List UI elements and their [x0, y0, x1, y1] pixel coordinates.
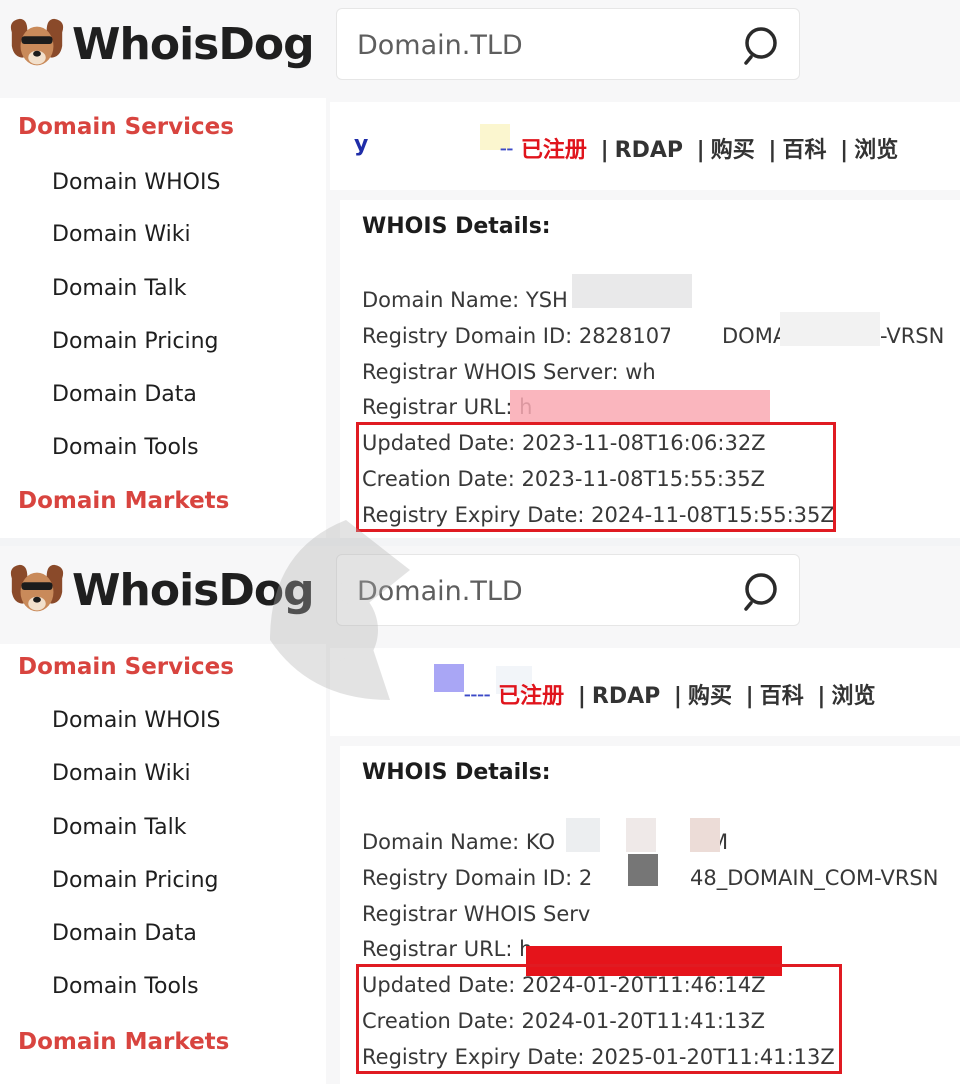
sidebar-item-data[interactable]: Domain Data — [52, 382, 197, 407]
site-logo[interactable]: WhoisDog — [6, 12, 315, 76]
search-icon[interactable] — [743, 25, 785, 67]
nav-link-browse[interactable]: 浏览 — [854, 138, 898, 163]
top-bar: WhoisDog — [0, 0, 960, 96]
sidebar: Domain Services Domain WHOIS Domain Wiki… — [0, 644, 326, 1084]
whois-details: WHOIS Details: Domain Name: YSH Registry… — [340, 200, 960, 538]
sidebar-item-wiki[interactable]: Domain Wiki — [52, 761, 191, 786]
nav-link-wiki[interactable]: 百科 — [760, 684, 804, 709]
redaction-block — [434, 664, 464, 692]
logo-text: WhoisDog — [72, 18, 315, 70]
main-content: ╌╌ 已注册 | RDAP | 购买 | 百科 | 浏览 WHOIS Details: … — [330, 644, 960, 1084]
sidebar-item-talk[interactable]: Domain Talk — [52, 815, 187, 840]
sidebar-heading-services[interactable]: Domain Services — [18, 114, 234, 140]
status-badge: 已注册 — [498, 684, 565, 709]
sidebar-item-pricing[interactable]: Domain Pricing — [52, 329, 219, 354]
highlight-box — [356, 422, 836, 532]
sidebar-heading-markets[interactable]: Domain Markets — [18, 488, 229, 514]
status-badge: 已注册 — [520, 138, 587, 163]
sidebar-item-whois[interactable]: Domain WHOIS — [52, 170, 220, 195]
sidebar-item-wiki[interactable]: Domain Wiki — [52, 222, 191, 247]
domain-name-link[interactable]: y — [354, 132, 368, 157]
sidebar-item-data[interactable]: Domain Data — [52, 921, 197, 946]
search-input[interactable] — [355, 569, 739, 613]
redaction-block — [628, 854, 658, 886]
sidebar-heading-services[interactable]: Domain Services — [18, 654, 234, 680]
whois-line-registrar-url: Registrar URL: h — [362, 395, 533, 419]
redaction-block — [690, 818, 720, 852]
whois-line-registry-id: Registry Domain ID: 2 — [362, 866, 593, 890]
sidebar-item-talk[interactable]: Domain Talk — [52, 276, 187, 301]
domain-status-bar: ╌╌ 已注册 | RDAP | 购买 | 百科 | 浏览 — [330, 648, 960, 736]
search-box — [336, 554, 800, 626]
whois-line-whois-server: Registrar WHOIS Server: wh — [362, 360, 656, 384]
whois-line-domain-name: Domain Name: KO — [362, 830, 556, 854]
redaction-block — [780, 312, 880, 346]
redaction-block — [566, 818, 600, 852]
whois-details: WHOIS Details: Domain Name: KO M Registr… — [340, 746, 960, 1084]
search-box — [336, 8, 800, 80]
whois-line-registry-id: Registry Domain ID: 28281073 — [362, 324, 686, 348]
whois-panel-1: WhoisDog Domain Services Domain WHOIS Do… — [0, 0, 960, 538]
nav-link-wiki[interactable]: 百科 — [782, 138, 826, 163]
whois-line-domain-name: Domain Name: YSH — [362, 288, 568, 312]
nav-link-buy[interactable]: 购买 — [688, 684, 732, 709]
redaction-block — [510, 390, 770, 424]
whois-line-whois-server: Registrar WHOIS Serv — [362, 902, 591, 926]
sidebar-item-tools[interactable]: Domain Tools — [52, 974, 199, 999]
whois-line-registry-id-suffix: 48_DOMAIN_COM-VRSN — [690, 866, 939, 890]
dog-logo-icon — [10, 564, 64, 612]
redaction-block — [626, 818, 656, 852]
main-content: y ╌ 已注册 | RDAP | 购买 | 百科 | 浏览 WHOIS Details:… — [330, 98, 960, 538]
sidebar-item-tools[interactable]: Domain Tools — [52, 435, 199, 460]
sidebar-item-pricing[interactable]: Domain Pricing — [52, 868, 219, 893]
whois-line-registrar-url: Registrar URL: h — [362, 937, 533, 961]
whois-line-registry-id-suffix: DOMA — [722, 324, 788, 348]
domain-fragment: ╌╌ — [464, 684, 499, 709]
domain-status-row: ╌╌ 已注册 | RDAP | 购买 | 百科 | 浏览 — [464, 684, 876, 709]
dog-logo-icon — [10, 18, 64, 66]
redaction-block — [572, 274, 692, 308]
nav-link-rdap[interactable]: RDAP — [615, 138, 683, 163]
top-bar: WhoisDog — [0, 546, 960, 642]
nav-link-rdap[interactable]: RDAP — [592, 684, 660, 709]
search-icon[interactable] — [743, 571, 785, 613]
whois-line-registry-id-tail: -VRSN — [880, 324, 945, 348]
domain-fragment: ╌ — [500, 138, 521, 163]
sidebar-heading-markets[interactable]: Domain Markets — [18, 1029, 229, 1055]
domain-status-bar: y ╌ 已注册 | RDAP | 购买 | 百科 | 浏览 — [330, 102, 960, 190]
site-logo[interactable]: WhoisDog — [6, 558, 315, 622]
redaction-block — [670, 312, 720, 346]
sidebar: Domain Services Domain WHOIS Domain Wiki… — [0, 98, 326, 538]
highlight-box — [356, 964, 842, 1074]
sidebar-item-whois[interactable]: Domain WHOIS — [52, 708, 220, 733]
details-title: WHOIS Details: — [362, 214, 551, 239]
domain-status-row: ╌ 已注册 | RDAP | 购买 | 百科 | 浏览 — [500, 138, 899, 163]
nav-link-browse[interactable]: 浏览 — [831, 684, 875, 709]
nav-link-buy[interactable]: 购买 — [711, 138, 755, 163]
search-input[interactable] — [355, 23, 739, 67]
redaction-block — [590, 898, 710, 932]
whois-panel-2: WhoisDog Domain Services Domain WHOIS Do… — [0, 546, 960, 1084]
logo-text: WhoisDog — [72, 564, 315, 616]
details-title: WHOIS Details: — [362, 760, 551, 785]
